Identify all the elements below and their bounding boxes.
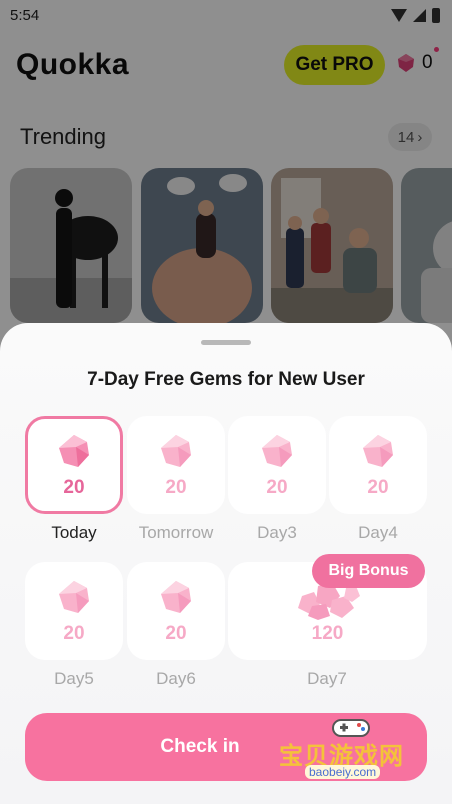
day-card-tomorrow[interactable]: 20 (127, 416, 225, 514)
day-amount: 20 (63, 477, 85, 498)
check-in-label: Check in (160, 736, 240, 757)
gem-icon (363, 435, 393, 467)
big-bonus-badge: Big Bonus (312, 554, 425, 588)
day-label: Day5 (54, 669, 94, 688)
gem-icon (59, 581, 89, 613)
day-amount: 120 (311, 623, 344, 644)
gem-icon (161, 435, 191, 467)
day-label: Day3 (257, 523, 297, 542)
day-amount: 20 (165, 477, 187, 498)
day-amount: 20 (63, 623, 85, 644)
sheet-handle[interactable] (201, 340, 251, 345)
day-label: Day4 (358, 523, 398, 542)
day-label: Day7 (307, 669, 347, 688)
gem-icon (59, 435, 89, 467)
day-card-day3[interactable]: 20 (228, 416, 326, 514)
gem-icon (262, 435, 292, 467)
watermark-logo: 宝贝游戏网 baobeiy.com (275, 712, 425, 792)
sheet-title: 7-Day Free Gems for New User (87, 369, 365, 390)
day-amount: 20 (266, 477, 288, 498)
day-card-day5[interactable]: 20 (25, 562, 123, 660)
gem-icon (161, 581, 191, 613)
day-amount: 20 (165, 623, 187, 644)
day-card-today[interactable]: 20 (25, 416, 123, 514)
day-label: Today (51, 523, 97, 542)
day-card-day4[interactable]: 20 (329, 416, 427, 514)
day-amount: 20 (367, 477, 389, 498)
watermark-url: baobeiy.com (305, 765, 381, 779)
day-label: Tomorrow (138, 523, 214, 542)
day-label: Day6 (156, 669, 196, 688)
day-card-day6[interactable]: 20 (127, 562, 225, 660)
